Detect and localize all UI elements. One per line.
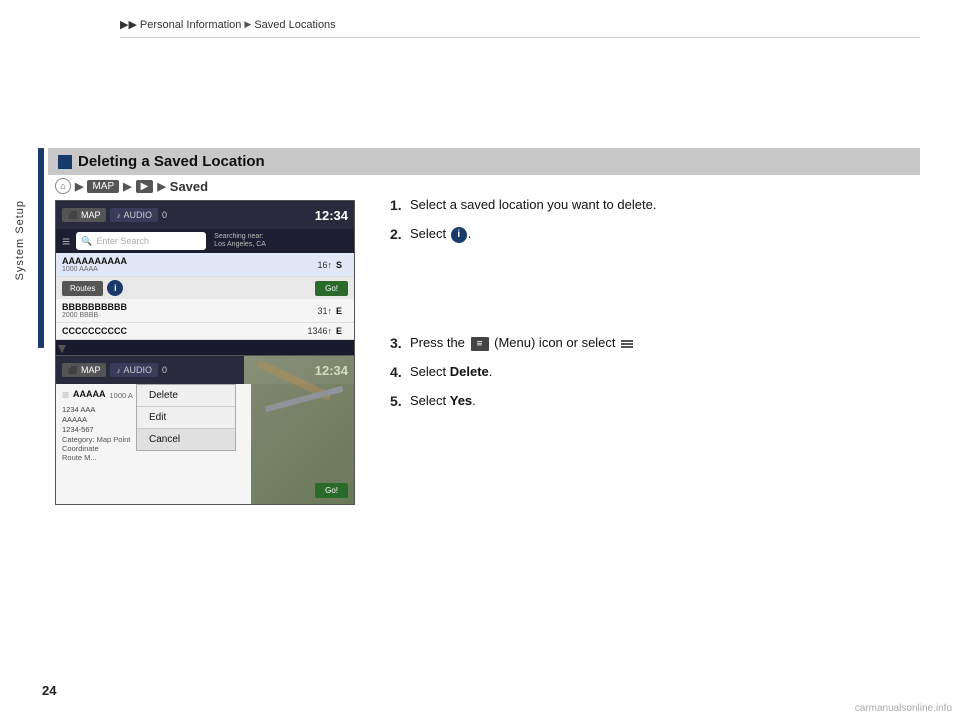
nav-arrow2: ▶ <box>123 180 131 193</box>
breadcrumb-part1: Personal Information <box>140 19 242 31</box>
map-road-2 <box>265 386 344 413</box>
step-4: 4. Select Delete. <box>390 362 920 383</box>
search-icon: 🔍 <box>81 236 92 247</box>
nav-menu-btn[interactable]: ▶ <box>136 180 154 193</box>
s2-go-button[interactable]: Go! <box>315 483 348 498</box>
s2-audio-tab-label: AUDIO <box>123 365 152 375</box>
step2-info-icon: i <box>451 227 467 243</box>
s2-map-tab-icon: ⬛ <box>68 366 78 375</box>
map-tab-icon: ⬛ <box>68 211 78 220</box>
loc1-dir: S <box>336 260 348 270</box>
map-tab-label: MAP <box>81 210 101 220</box>
nav-arrow3: ▶ <box>157 180 165 193</box>
sidebar-label: System Setup <box>14 200 36 280</box>
info-circle-button[interactable]: i <box>107 280 123 296</box>
loc2-sub: 2000 BBBB <box>62 312 313 319</box>
scroll-down-arrow: ▼ <box>55 340 69 356</box>
search-placeholder: Enter Search <box>96 236 149 246</box>
screen2-tab-map[interactable]: ⬛ MAP <box>62 363 106 377</box>
step3-menu-small-icon <box>621 340 633 348</box>
step3-text: Press the (Menu) icon or select <box>410 333 920 354</box>
info-popup-row: Routes i Go! <box>56 277 354 299</box>
section-icon <box>58 155 72 169</box>
page-number: 24 <box>42 683 56 698</box>
screen2-tab-audio[interactable]: ♪ AUDIO <box>110 363 158 377</box>
nav-map-btn[interactable]: MAP <box>87 180 119 193</box>
screen1-topbar: ⬛ MAP ♪ AUDIO 0 12:34 <box>56 201 354 229</box>
breadcrumb: ▶▶ Personal Information ▶ Saved Location… <box>120 18 920 38</box>
loc3-dist: 1346↑ <box>307 326 332 336</box>
screen2: ⬛ MAP ♪ AUDIO 0 12:34 ≡ AAAAA 1000 A 123… <box>55 355 355 505</box>
location-item-1[interactable]: AAAAAAAAAA 1000 AAAA 16↑ S <box>56 253 354 277</box>
location-item-2[interactable]: BBBBBBBBBB 2000 BBBB 31↑ E <box>56 299 354 323</box>
s2-location-name: AAAAA <box>73 389 106 399</box>
screen2-signal: 0 <box>162 365 167 375</box>
screen1-tab-audio[interactable]: ♪ AUDIO <box>110 208 158 222</box>
loc2-name: BBBBBBBBBB <box>62 302 313 312</box>
section-header: Deleting a Saved Location <box>48 148 920 175</box>
location-item-3[interactable]: CCCCCCCCCC 1346↑ E <box>56 323 354 340</box>
step3-num: 3. <box>390 333 406 354</box>
step-1: 1. Select a saved location you want to d… <box>390 195 920 216</box>
s2-location-sub: 1000 A <box>110 391 133 400</box>
step2-num: 2. <box>390 224 406 245</box>
screen1-menu-row: ≡ 🔍 Enter Search Searching near: Los Ang… <box>56 229 354 253</box>
step-3: 3. Press the (Menu) icon or select <box>390 333 920 354</box>
screen1-signal: 0 <box>162 210 167 220</box>
search-location-line2: Los Angeles, CA <box>214 241 266 249</box>
loc2-dist: 31↑ <box>317 306 332 316</box>
screen1: ⬛ MAP ♪ AUDIO 0 12:34 ≡ 🔍 Enter Search S… <box>55 200 355 360</box>
info-icon: i <box>114 283 117 293</box>
nav-home-icon: ⌂ <box>55 178 71 194</box>
screen1-time: 12:34 <box>315 208 348 223</box>
step2-text: Select i. <box>410 224 920 245</box>
search-location-line1: Searching near: <box>214 233 266 241</box>
audio-tab-icon: ♪ <box>116 211 120 220</box>
loc2-dir: E <box>336 306 348 316</box>
breadcrumb-part2: Saved Locations <box>254 19 335 31</box>
routes-button[interactable]: Routes <box>62 281 103 296</box>
nav-saved-label: Saved <box>170 179 208 194</box>
loc3-name: CCCCCCCCCC <box>62 326 303 336</box>
context-menu: Delete Edit Cancel <box>136 384 236 451</box>
s2-audio-tab-icon: ♪ <box>116 366 120 375</box>
s2-map-tab-label: MAP <box>81 365 101 375</box>
loc1-sub: 1000 AAAA <box>62 266 313 273</box>
screen1-location-list: AAAAAAAAAA 1000 AAAA 16↑ S Routes i Go! … <box>56 253 354 340</box>
instructions-panel: 1. Select a saved location you want to d… <box>390 195 920 420</box>
nav-path: ⌂ ▶ MAP ▶ ▶ ▶ Saved <box>55 178 208 194</box>
step-spacer <box>390 253 920 333</box>
step1-text: Select a saved location you want to dele… <box>410 195 920 216</box>
screen1-tab-map[interactable]: ⬛ MAP <box>62 208 106 222</box>
step5-num: 5. <box>390 391 406 412</box>
step3-menu-icon <box>471 337 489 351</box>
step-5: 5. Select Yes. <box>390 391 920 412</box>
breadcrumb-sep1: ▶ <box>244 19 251 30</box>
ctx-cancel[interactable]: Cancel <box>137 429 235 450</box>
step4-text: Select Delete. <box>410 362 920 383</box>
step1-num: 1. <box>390 195 406 216</box>
step5-text: Select Yes. <box>410 391 920 412</box>
s2-route-label: Route M... <box>62 453 245 462</box>
loc1-dist: 16↑ <box>317 260 332 270</box>
sidebar-bar <box>38 148 44 348</box>
nav-arrow1: ▶ <box>75 180 83 193</box>
audio-tab-label: AUDIO <box>123 210 152 220</box>
ctx-edit[interactable]: Edit <box>137 407 235 429</box>
map-background <box>244 356 354 504</box>
go-button[interactable]: Go! <box>315 281 348 296</box>
search-location-info: Searching near: Los Angeles, CA <box>214 233 266 250</box>
watermark: carmanualsonline.info <box>855 703 952 714</box>
step-2: 2. Select i. <box>390 224 920 245</box>
ctx-delete[interactable]: Delete <box>137 385 235 407</box>
section-title: Deleting a Saved Location <box>78 153 265 170</box>
screen1-menu-icon[interactable]: ≡ <box>62 233 70 249</box>
breadcrumb-arrows: ▶▶ <box>120 18 137 31</box>
loc3-dir: E <box>336 326 348 336</box>
loc1-name: AAAAAAAAAA <box>62 256 313 266</box>
s2-menu-icon[interactable]: ≡ <box>62 388 69 402</box>
step4-num: 4. <box>390 362 406 383</box>
screen1-search-bar[interactable]: 🔍 Enter Search <box>76 232 206 250</box>
